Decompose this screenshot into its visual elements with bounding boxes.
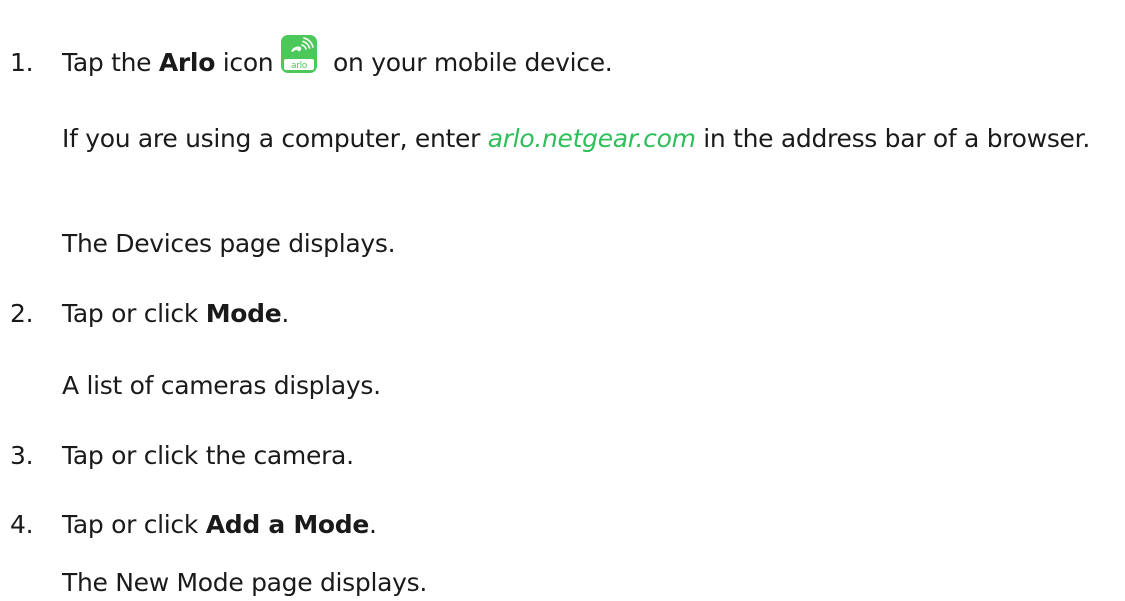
note-text: If you are using a computer, enter [62,124,488,153]
note-text: in the address bar of a browser. [695,124,1090,153]
step-number: 3. [10,441,34,470]
step-3: 3. Tap or click the camera. [10,439,354,473]
step-1-note: If you are using a computer, enter arlo.… [62,120,1112,157]
step-1-result: The Devices page displays. [62,229,396,258]
step-1: 1. Tap the Arlo icon arlo on your mobile … [10,35,613,80]
step-number: 4. [10,510,34,539]
step-text: Tap the [62,48,159,77]
app-name: Arlo [158,48,216,77]
step-text: . [281,299,290,328]
mode-label: Mode [205,299,282,328]
step-text: . [369,510,377,539]
step-number: 2. [10,299,34,328]
step-2: 2. Tap or click Mode. [10,297,289,331]
step-4-result: The New Mode page displays. [62,568,428,597]
arlo-url-link[interactable]: arlo.netgear.com [488,124,696,153]
step-number: 1. [10,48,34,77]
step-4: 4. Tap or click Add a Mode. [10,508,377,542]
step-text: on your mobile device. [325,48,613,77]
arlo-icon-label: arlo [291,61,308,71]
step-2-result: A list of cameras displays. [62,371,381,400]
step-text: Tap or click [62,299,206,328]
step-text: Tap or click the camera. [62,441,354,470]
step-text: Tap or click [62,510,206,539]
arlo-app-icon: arlo [281,35,318,73]
add-mode-label: Add a Mode [205,510,370,539]
step-text: icon [215,48,274,77]
